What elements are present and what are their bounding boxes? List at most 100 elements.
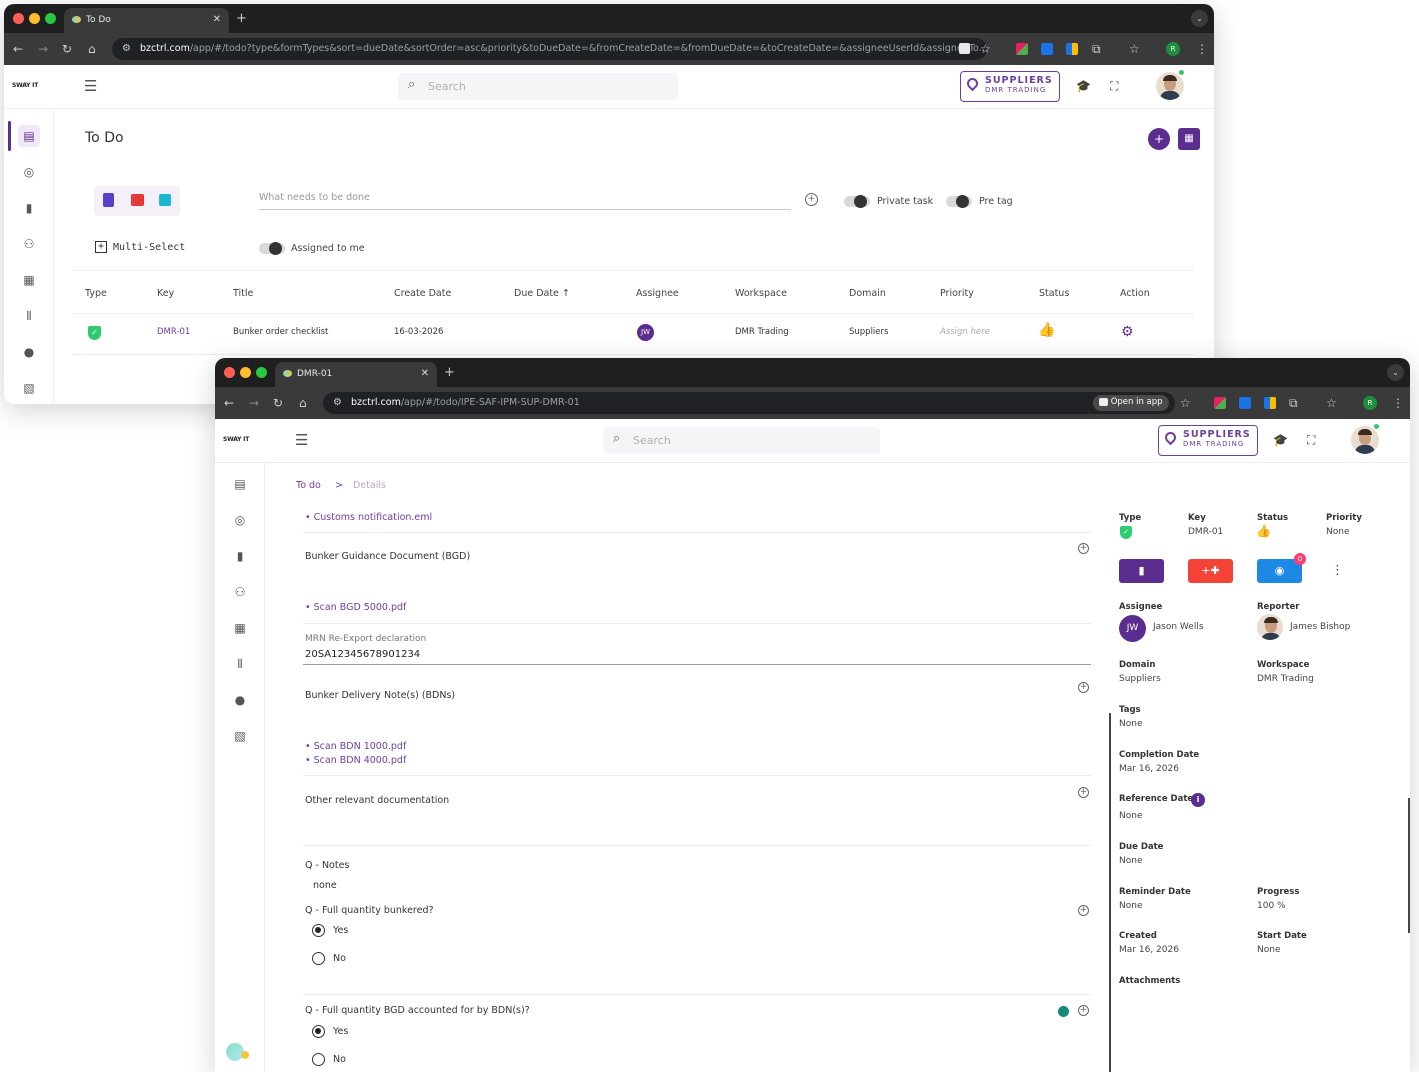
start-date-value[interactable]: None [1257, 945, 1280, 955]
notes-value[interactable]: none [313, 880, 337, 891]
home-icon[interactable]: ⌂ [88, 42, 96, 56]
graduation-cap-icon[interactable]: 🎓 [1273, 433, 1288, 447]
sidebar-item-dashboard[interactable]: ▦ [4, 265, 54, 295]
extension-icon[interactable] [1066, 43, 1078, 55]
thumbs-up-icon[interactable]: 👍 [1256, 524, 1271, 538]
back-icon[interactable]: ← [13, 42, 23, 56]
maximize-window-dot[interactable] [256, 367, 267, 378]
minimize-window-dot[interactable] [29, 13, 40, 24]
attachment-link[interactable]: • Scan BDN 1000.pdf [305, 741, 406, 752]
browser-tab[interactable]: To Do ✕ [64, 8, 229, 33]
sidebar-item-users[interactable]: ⚇ [4, 229, 54, 259]
forward-icon[interactable]: → [249, 396, 259, 410]
row-key-link[interactable]: DMR-01 [157, 327, 190, 337]
column-header-workspace[interactable]: Workspace [735, 288, 787, 299]
priority-value[interactable]: None [1326, 527, 1349, 537]
sidebar-item-settings[interactable]: ▧ [215, 721, 265, 751]
close-window-dot[interactable] [13, 13, 24, 24]
add-circle-icon[interactable]: + [1078, 682, 1089, 693]
close-tab-icon[interactable]: ✕ [421, 368, 429, 379]
url-field[interactable]: ⚙ bzctrl.com/app/#/todo?type&formTypes&s… [112, 38, 987, 60]
more-options-icon[interactable]: ⋮ [1331, 563, 1344, 578]
column-header-create-date[interactable]: Create Date [394, 288, 451, 299]
extensions-puzzle-icon[interactable]: ⧉ [1289, 396, 1298, 411]
home-icon[interactable]: ⌂ [299, 396, 307, 410]
menu-icon[interactable]: ☰ [295, 431, 308, 449]
url-field[interactable]: ⚙ bzctrl.com/app/#/todo/IPE-SAF-IPM-SUP-… [323, 392, 1175, 414]
bookmark-star-icon[interactable]: ☆ [980, 42, 991, 56]
add-circle-icon[interactable]: + [1078, 543, 1089, 554]
add-circle-icon[interactable]: + [1078, 905, 1089, 916]
private-task-toggle[interactable] [844, 195, 870, 208]
sidebar-item-palette[interactable]: ● [215, 685, 265, 715]
reload-icon[interactable]: ↻ [62, 42, 72, 56]
column-header-type[interactable]: Type [85, 288, 107, 299]
sidebar-item-users[interactable]: ⚇ [215, 577, 265, 607]
user-avatar[interactable] [1156, 72, 1184, 100]
thumbs-up-icon[interactable]: 👍 [1038, 322, 1055, 338]
reading-list-icon[interactable]: ☆ [1129, 42, 1140, 56]
info-icon[interactable]: i [1191, 793, 1205, 807]
q2-no-radio[interactable] [312, 1053, 325, 1066]
bookmark-star-icon[interactable]: ☆ [1180, 396, 1191, 410]
bookmark-icon[interactable] [103, 193, 114, 207]
column-header-key[interactable]: Key [157, 288, 174, 299]
browser-menu-icon[interactable]: ⋮ [1392, 396, 1404, 410]
assignee-avatar[interactable]: JW [637, 324, 654, 341]
profile-avatar-icon[interactable]: R [1363, 396, 1377, 410]
extension-icon[interactable] [1239, 397, 1251, 409]
tab-search-icon[interactable]: ⌄ [1191, 10, 1208, 27]
tab-search-icon[interactable]: ⌄ [1387, 364, 1404, 381]
menu-icon[interactable]: ☰ [84, 77, 97, 95]
search-input[interactable]: ⌕ Search [603, 427, 880, 454]
reminder-date-value[interactable]: None [1119, 901, 1142, 911]
add-circle-icon[interactable]: + [1078, 787, 1089, 798]
column-header-title[interactable]: Title [233, 288, 253, 299]
extensions-puzzle-icon[interactable]: ⧉ [1092, 42, 1101, 57]
user-avatar[interactable] [1351, 426, 1379, 454]
back-icon[interactable]: ← [224, 396, 234, 410]
multi-select-button[interactable]: + Multi-Select [95, 241, 185, 253]
extension-icon[interactable] [959, 43, 970, 54]
extension-icon[interactable] [1041, 43, 1053, 55]
site-info-icon[interactable]: ⚙ [122, 43, 131, 54]
sidebar-item-targets[interactable]: ◎ [4, 157, 54, 187]
add-circle-icon[interactable]: + [805, 193, 818, 206]
due-date-value[interactable]: None [1119, 856, 1142, 866]
sidebar-item-dashboard[interactable]: ▦ [215, 613, 265, 643]
sidebar-item-library[interactable]: ⫴ [4, 301, 54, 331]
sidebar-item-documents[interactable]: ▮ [215, 541, 265, 571]
site-info-icon[interactable]: ⚙ [333, 397, 342, 408]
fullscreen-icon[interactable]: ⛶ [1110, 79, 1118, 94]
breadcrumb-todo-link[interactable]: To do [296, 480, 321, 491]
scrollbar[interactable] [1408, 798, 1410, 933]
assignee-name[interactable]: Jason Wells [1153, 622, 1204, 632]
sidebar-item-todo[interactable]: ▤ [4, 121, 54, 151]
mrn-value-input[interactable]: 20SA12345678901234 [305, 649, 420, 660]
sidebar-item-settings[interactable]: ▧ [4, 373, 54, 403]
row-priority-assign[interactable]: Assign here [940, 327, 990, 337]
assignee-avatar[interactable]: JW [1119, 615, 1146, 642]
reload-icon[interactable]: ↻ [273, 396, 283, 410]
column-header-assignee[interactable]: Assignee [636, 288, 679, 299]
browser-menu-icon[interactable]: ⋮ [1196, 42, 1208, 56]
new-todo-input[interactable]: What needs to be done [259, 192, 791, 210]
extension-icon[interactable] [1264, 397, 1276, 409]
pre-tag-toggle[interactable] [946, 195, 972, 208]
minimize-window-dot[interactable] [240, 367, 251, 378]
reading-list-icon[interactable]: ☆ [1326, 396, 1337, 410]
add-circle-icon[interactable]: + [1078, 1005, 1089, 1016]
add-todo-button[interactable]: + [1148, 128, 1170, 150]
attachment-link[interactable]: • Scan BDN 4000.pdf [305, 755, 406, 766]
browser-tab[interactable]: DMR-01 ✕ [275, 362, 437, 387]
bookmark-button[interactable]: ▮ [1119, 559, 1164, 583]
sidebar-item-documents[interactable]: ▮ [4, 193, 54, 223]
table-icon[interactable] [159, 194, 171, 206]
grid-view-button[interactable]: ▦ [1178, 128, 1200, 150]
progress-value[interactable]: 100 % [1257, 901, 1286, 911]
fullscreen-icon[interactable]: ⛶ [1307, 433, 1315, 448]
close-tab-icon[interactable]: ✕ [213, 14, 221, 25]
attachment-link[interactable]: • Customs notification.eml [305, 512, 432, 523]
new-tab-icon[interactable]: + [236, 11, 247, 26]
sidebar-item-targets[interactable]: ◎ [215, 505, 265, 535]
